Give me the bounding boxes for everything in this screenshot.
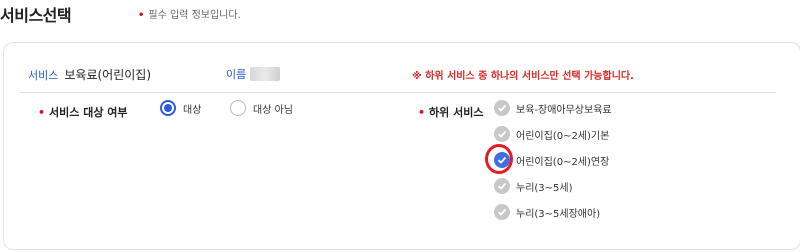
check-circle-icon[interactable] xyxy=(494,126,510,142)
sub-service-label: 누리(3~5세장애아) xyxy=(516,208,601,220)
person-name-masked xyxy=(250,67,281,81)
sub-service-label: 어린이집(0~2세)연장 xyxy=(516,156,610,168)
check-circle-icon[interactable] xyxy=(494,100,510,116)
service-header: 서비스 보육료(어린이집) xyxy=(28,66,151,83)
sub-service-option[interactable]: 누리(3~5세) xyxy=(494,178,573,194)
page-title: 서비스선택 xyxy=(0,6,72,25)
sub-service-label: 어린이집(0~2세)기본 xyxy=(516,130,610,142)
required-dot: • xyxy=(38,106,46,119)
check-circle-icon[interactable] xyxy=(494,178,510,194)
check-circle-icon[interactable] xyxy=(494,152,510,168)
sub-services-label: • 하위 서비스 xyxy=(418,104,483,120)
sub-service-option[interactable]: 누리(3~5세장애아) xyxy=(494,204,600,220)
person-name-label: 이름 xyxy=(226,68,247,81)
required-note-text: 필수 입력 정보입니다. xyxy=(148,10,241,21)
radio-not-target-circle[interactable] xyxy=(230,100,246,116)
target-field-label-text: 서비스 대상 여부 xyxy=(49,106,128,119)
radio-target-label: 대상 xyxy=(183,104,202,116)
person-name: 이름 xyxy=(226,66,281,82)
radio-not-target[interactable]: 대상 아님 xyxy=(230,100,293,116)
sub-services-label-text: 하위 서비스 xyxy=(429,106,484,119)
radio-not-target-label: 대상 아님 xyxy=(253,104,293,116)
check-circle-icon[interactable] xyxy=(494,204,510,220)
required-note: • 필수 입력 정보입니다. xyxy=(138,6,241,21)
radio-target[interactable]: 대상 xyxy=(160,100,201,116)
single-select-notice: ※ 하위 서비스 중 하나의 서비스만 선택 가능합니다. xyxy=(412,71,634,82)
service-label: 서비스 xyxy=(28,69,59,82)
divider xyxy=(20,92,776,93)
service-name: 보육료(어린이집) xyxy=(64,68,152,82)
sub-service-option[interactable]: 어린이집(0~2세)기본 xyxy=(494,126,609,142)
sub-service-option[interactable]: 보육-장애아무상보육료 xyxy=(494,100,612,116)
radio-target-circle[interactable] xyxy=(160,100,176,116)
required-dot: • xyxy=(138,10,145,21)
required-dot: • xyxy=(418,106,426,119)
target-field-label: • 서비스 대상 여부 xyxy=(38,104,128,120)
sub-service-option-selected[interactable]: 어린이집(0~2세)연장 xyxy=(494,152,609,168)
sub-service-label: 보육-장애아무상보육료 xyxy=(516,104,612,116)
sub-service-label: 누리(3~5세) xyxy=(516,182,573,194)
